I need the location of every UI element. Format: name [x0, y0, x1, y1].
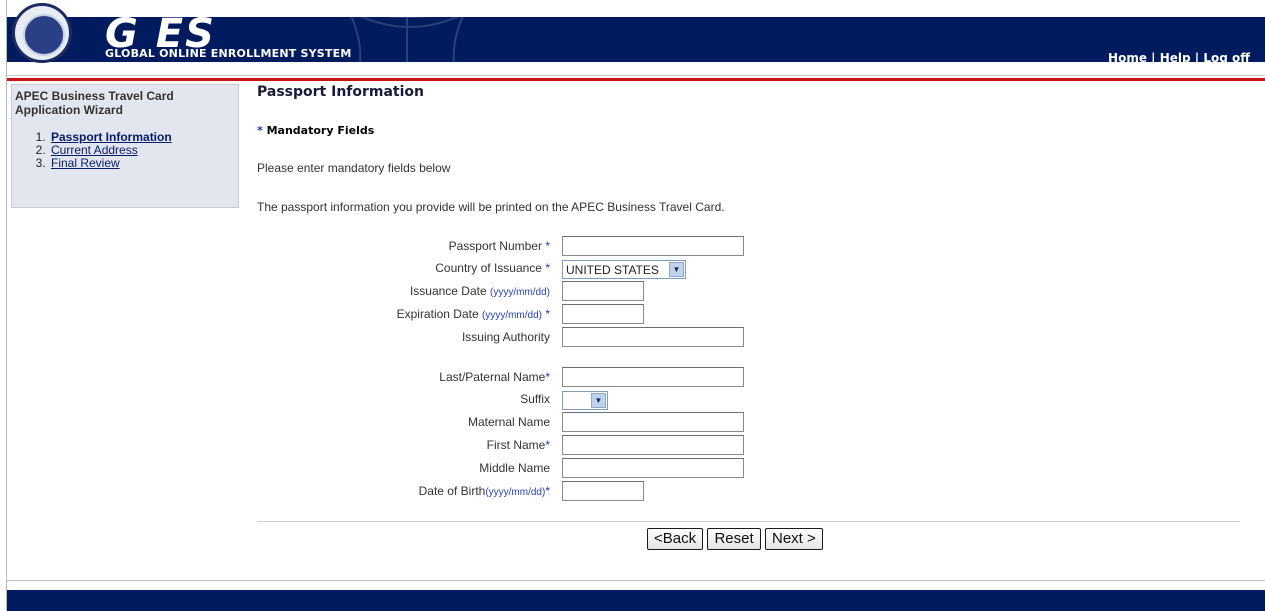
form-divider [257, 521, 1240, 522]
header-divider-gray [7, 75, 1265, 76]
page-title: Passport Information [257, 84, 425, 100]
passport-number-input[interactable] [562, 236, 744, 256]
header-divider-red [7, 78, 1265, 81]
chevron-down-icon: ▼ [669, 262, 684, 277]
passport-printing-note: The passport information you provide wil… [257, 200, 725, 214]
back-button[interactable]: <Back [647, 528, 704, 550]
chevron-down-icon: ▼ [591, 393, 606, 408]
issuing-authority-input[interactable] [562, 327, 744, 347]
first-name-input[interactable] [562, 435, 744, 455]
suffix-label: Suffix [520, 392, 550, 406]
expiration-date-input[interactable] [562, 304, 644, 324]
issuing-authority-label: Issuing Authority [461, 330, 550, 344]
wizard-step-final-review: Final Review [49, 157, 235, 170]
step-final-review-link[interactable]: Final Review [51, 156, 120, 170]
wizard-title: APEC Business Travel Card Application Wi… [15, 89, 174, 117]
last-name-input[interactable] [562, 367, 744, 387]
next-button[interactable]: Next > [764, 528, 823, 550]
middle-name-label: Middle Name [479, 461, 550, 475]
date-of-birth-row: Date of Birth(yyyy/mm/dd)* [257, 481, 1242, 503]
last-name-row: Last/Paternal Name* [257, 367, 1242, 389]
expiration-date-label: Expiration Date (yyyy/mm/dd) * [396, 307, 550, 321]
step-passport-information-link[interactable]: Passport Information [51, 130, 172, 144]
issuance-date-row: Issuance Date (yyyy/mm/dd) [257, 281, 1242, 303]
site-footer [7, 590, 1265, 611]
passport-number-label: Passport Number * [448, 239, 550, 253]
help-link[interactable]: Help [1160, 51, 1191, 62]
mandatory-fields-note: * Mandatory Fields [257, 124, 375, 137]
middle-name-row: Middle Name [257, 458, 1242, 480]
first-name-label: First Name* [486, 438, 550, 452]
suffix-row: Suffix ▼ [257, 389, 1242, 411]
country-of-issuance-value: UNITED STATES [566, 263, 659, 277]
maternal-name-row: Maternal Name [257, 412, 1242, 434]
instructions-text: Please enter mandatory fields below [257, 161, 451, 175]
form-buttons: <Back Reset Next > [647, 528, 824, 550]
date-of-birth-input[interactable] [562, 481, 644, 501]
log-off-link[interactable]: Log off [1203, 51, 1250, 62]
last-name-label: Last/Paternal Name* [439, 370, 550, 384]
maternal-name-label: Maternal Name [467, 415, 550, 429]
main-content: Passport Information * Mandatory Fields … [257, 84, 1242, 550]
first-name-row: First Name* [257, 435, 1242, 457]
country-of-issuance-select[interactable]: UNITED STATES ▼ [562, 260, 686, 279]
country-of-issuance-label: Country of Issuance * [435, 261, 550, 275]
window-left-border [0, 0, 7, 611]
expiration-date-row: Expiration Date (yyyy/mm/dd) * [257, 304, 1242, 326]
reset-button[interactable]: Reset [707, 528, 761, 550]
maternal-name-input[interactable] [562, 412, 744, 432]
step-current-address-link[interactable]: Current Address [51, 143, 138, 157]
issuing-authority-row: Issuing Authority [257, 327, 1242, 349]
issuance-date-input[interactable] [562, 281, 644, 301]
home-link[interactable]: Home [1108, 51, 1147, 62]
issuance-date-label: Issuance Date (yyyy/mm/dd) [409, 284, 550, 298]
wizard-sidebar: APEC Business Travel Card Application Wi… [11, 84, 239, 208]
top-navigation: Home | Help | Log off [1108, 51, 1250, 62]
suffix-select[interactable]: ▼ [562, 391, 608, 410]
dhs-seal-icon [12, 3, 72, 63]
middle-name-input[interactable] [562, 458, 744, 478]
country-of-issuance-row: Country of Issuance * UNITED STATES ▼ [257, 258, 1242, 280]
passport-number-row: Passport Number * [257, 236, 1242, 258]
wizard-steps: Passport Information Current Address Fin… [15, 131, 235, 170]
date-of-birth-label: Date of Birth(yyyy/mm/dd)* [418, 484, 550, 498]
goes-logo-subtitle: GLOBAL ONLINE ENROLLMENT SYSTEM [105, 47, 352, 60]
footer-divider [7, 580, 1265, 581]
